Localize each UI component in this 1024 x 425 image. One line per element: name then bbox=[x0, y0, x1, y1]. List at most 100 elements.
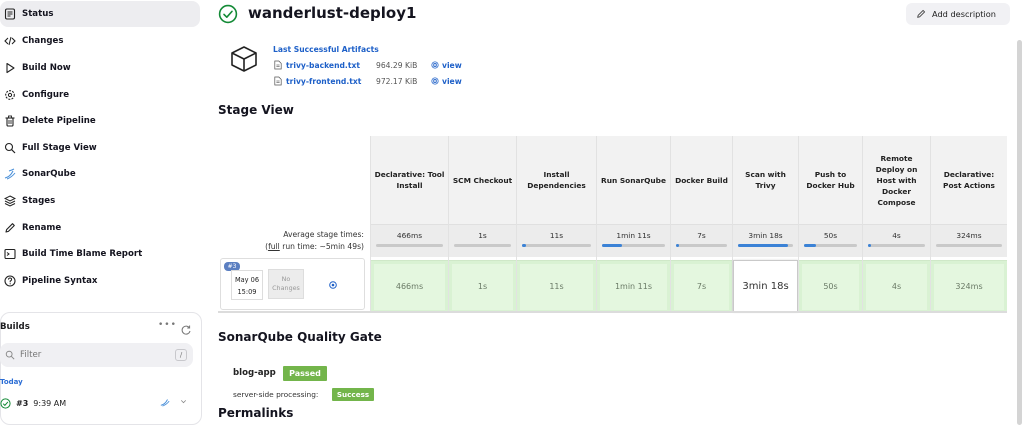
average-stage-times-label: Average stage times: (full run time: ~5m… bbox=[218, 229, 364, 253]
stage-result-cell[interactable]: 11s bbox=[517, 260, 596, 312]
filter-input[interactable] bbox=[20, 350, 160, 360]
stage-duration: 324ms bbox=[955, 282, 983, 291]
stage-average-label: 324ms bbox=[956, 231, 982, 240]
code-icon bbox=[3, 34, 17, 48]
builds-title: Builds bbox=[0, 322, 30, 332]
sidebar-item-full-stage-view[interactable]: Full Stage View bbox=[0, 135, 200, 161]
help-icon bbox=[3, 274, 17, 288]
stage-average-bar-fill bbox=[738, 244, 789, 247]
avg-label-line2: (full run time: ~5min 49s) bbox=[218, 241, 364, 253]
scrollbar[interactable] bbox=[1017, 40, 1022, 425]
stage-grid: Declarative: Tool Install 466ms 466ms SCM C… bbox=[370, 136, 1007, 312]
stage-average-time: 1s bbox=[449, 224, 516, 257]
builds-group-label: Today bbox=[0, 378, 23, 386]
artifact-view-link[interactable]: view bbox=[431, 77, 462, 86]
artifact-filename[interactable]: trivy-backend.txt bbox=[286, 61, 376, 70]
stage-result-cell[interactable]: 4s bbox=[863, 260, 930, 312]
sidebar-item-label: Stages bbox=[22, 196, 56, 206]
view-label: view bbox=[442, 76, 462, 86]
stage-average-label: 4s bbox=[892, 231, 901, 240]
sidebar-item-rename[interactable]: Rename bbox=[0, 215, 200, 241]
stage-header: Declarative: Post Actions bbox=[931, 136, 1007, 224]
stage-result-cell[interactable]: 1min 11s bbox=[597, 260, 670, 312]
quality-gate-status-badge: Passed bbox=[283, 366, 327, 381]
server-processing-label: server-side processing: bbox=[233, 390, 319, 399]
stage-average-bar bbox=[804, 244, 857, 247]
sidebar-item-label: Build Time Blame Report bbox=[22, 249, 143, 259]
sidebar-item-configure[interactable]: Configure bbox=[0, 82, 200, 108]
artifact-row: trivy-backend.txt 964.29 KiB view bbox=[274, 59, 462, 71]
build-number[interactable]: #3 bbox=[16, 399, 28, 408]
artifact-filename[interactable]: trivy-frontend.txt bbox=[286, 77, 376, 86]
stage-column: Declarative: Tool Install 466ms 466ms bbox=[370, 136, 448, 312]
artifacts-title[interactable]: Last Successful Artifacts bbox=[273, 45, 379, 54]
search-icon bbox=[3, 141, 17, 155]
chevron-down-icon[interactable] bbox=[179, 397, 188, 406]
stage-header: Declarative: Tool Install bbox=[371, 136, 448, 224]
stage-result-cell[interactable]: 324ms bbox=[931, 260, 1007, 312]
stage-duration: 1s bbox=[477, 282, 488, 291]
terminal-icon bbox=[3, 247, 17, 261]
more-options-icon[interactable]: ••• bbox=[158, 320, 177, 330]
stage-duration: 11s bbox=[549, 282, 564, 291]
full-run-time-link[interactable]: full bbox=[268, 242, 280, 251]
stage-average-bar bbox=[376, 244, 443, 247]
sidebar-item-build-now[interactable]: Build Now bbox=[0, 55, 200, 81]
sidebar-item-pipeline-syntax[interactable]: Pipeline Syntax bbox=[0, 268, 200, 294]
stage-average-time: 4s bbox=[863, 224, 930, 257]
stage-average-label: 466ms bbox=[396, 231, 423, 240]
stage-average-label: 1min 11s bbox=[616, 231, 651, 240]
success-check-icon bbox=[0, 397, 11, 409]
stage-header: Scan with Trivy bbox=[733, 136, 798, 224]
stage-average-label: 1s bbox=[478, 231, 487, 240]
artifact-view-link[interactable]: view bbox=[431, 61, 462, 70]
stage-average-bar bbox=[738, 244, 793, 247]
sidebar-item-build-time-blame-report[interactable]: Build Time Blame Report bbox=[0, 241, 200, 267]
success-check-icon bbox=[218, 4, 238, 24]
file-icon bbox=[274, 60, 282, 70]
sidebar-item-label: Rename bbox=[22, 223, 62, 233]
quality-gate-project[interactable]: blog-app bbox=[233, 368, 276, 378]
stage-average-bar bbox=[868, 244, 925, 247]
stage-column: Remote Deploy on Host with Docker Compos… bbox=[862, 136, 930, 312]
stage-result-cell[interactable]: 466ms bbox=[371, 260, 448, 312]
sidebar-item-status[interactable]: Status bbox=[0, 1, 200, 27]
stage-average-bar bbox=[454, 244, 511, 247]
stage-column: Docker Build 7s 7s bbox=[670, 136, 732, 312]
stage-average-label: 50s bbox=[823, 231, 838, 240]
sidebar-item-label: SonarQube bbox=[22, 169, 76, 179]
stage-average-bar bbox=[522, 244, 591, 247]
pencil-icon bbox=[3, 221, 17, 235]
sidebar-item-sonarqube[interactable]: SonarQube bbox=[0, 161, 200, 187]
build-date-time: 15:09 bbox=[237, 288, 257, 296]
info-icon[interactable] bbox=[329, 274, 337, 289]
stage-average-label: 7s bbox=[697, 231, 706, 240]
add-description-button[interactable]: Add description bbox=[906, 3, 1010, 25]
quality-gate-title: SonarQube Quality Gate bbox=[218, 330, 382, 344]
stage-average-label: 3min 18s bbox=[748, 231, 783, 240]
stage-result-cell[interactable]: 7s bbox=[671, 260, 732, 312]
build-date: May 06 15:09 bbox=[231, 270, 263, 300]
stage-result-cell[interactable]: 50s bbox=[799, 260, 862, 312]
sonarqube-icon[interactable] bbox=[160, 397, 170, 407]
stage-column: Push to Docker Hub 50s 50s bbox=[798, 136, 862, 312]
stage-result-cell[interactable]: 3min 18s bbox=[733, 260, 798, 312]
refresh-icon[interactable] bbox=[180, 321, 192, 335]
sidebar-item-delete-pipeline[interactable]: Delete Pipeline bbox=[0, 108, 200, 134]
stage-average-time: 50s bbox=[799, 224, 862, 257]
build-list-item[interactable]: #3 9:39 AM bbox=[0, 394, 194, 412]
stage-result-cell[interactable]: 1s bbox=[449, 260, 516, 312]
sidebar-item-changes[interactable]: Changes bbox=[0, 28, 200, 54]
page-title: wanderlust-deploy1 bbox=[248, 4, 417, 22]
add-description-label: Add description bbox=[932, 9, 996, 19]
stage-view-title: Stage View bbox=[218, 103, 294, 117]
stage-average-time: 324ms bbox=[931, 224, 1007, 257]
sidebar-item-stages[interactable]: Stages bbox=[0, 188, 200, 214]
search-icon bbox=[5, 350, 15, 360]
stage-average-time: 7s bbox=[671, 224, 732, 257]
sidebar: Status Changes Build Now Configure Delet… bbox=[0, 0, 202, 425]
stage-average-time: 1min 11s bbox=[597, 224, 670, 257]
stage-duration: 7s bbox=[696, 282, 707, 291]
sidebar-item-label: Build Now bbox=[22, 63, 71, 73]
sidebar-item-label: Pipeline Syntax bbox=[22, 276, 98, 286]
